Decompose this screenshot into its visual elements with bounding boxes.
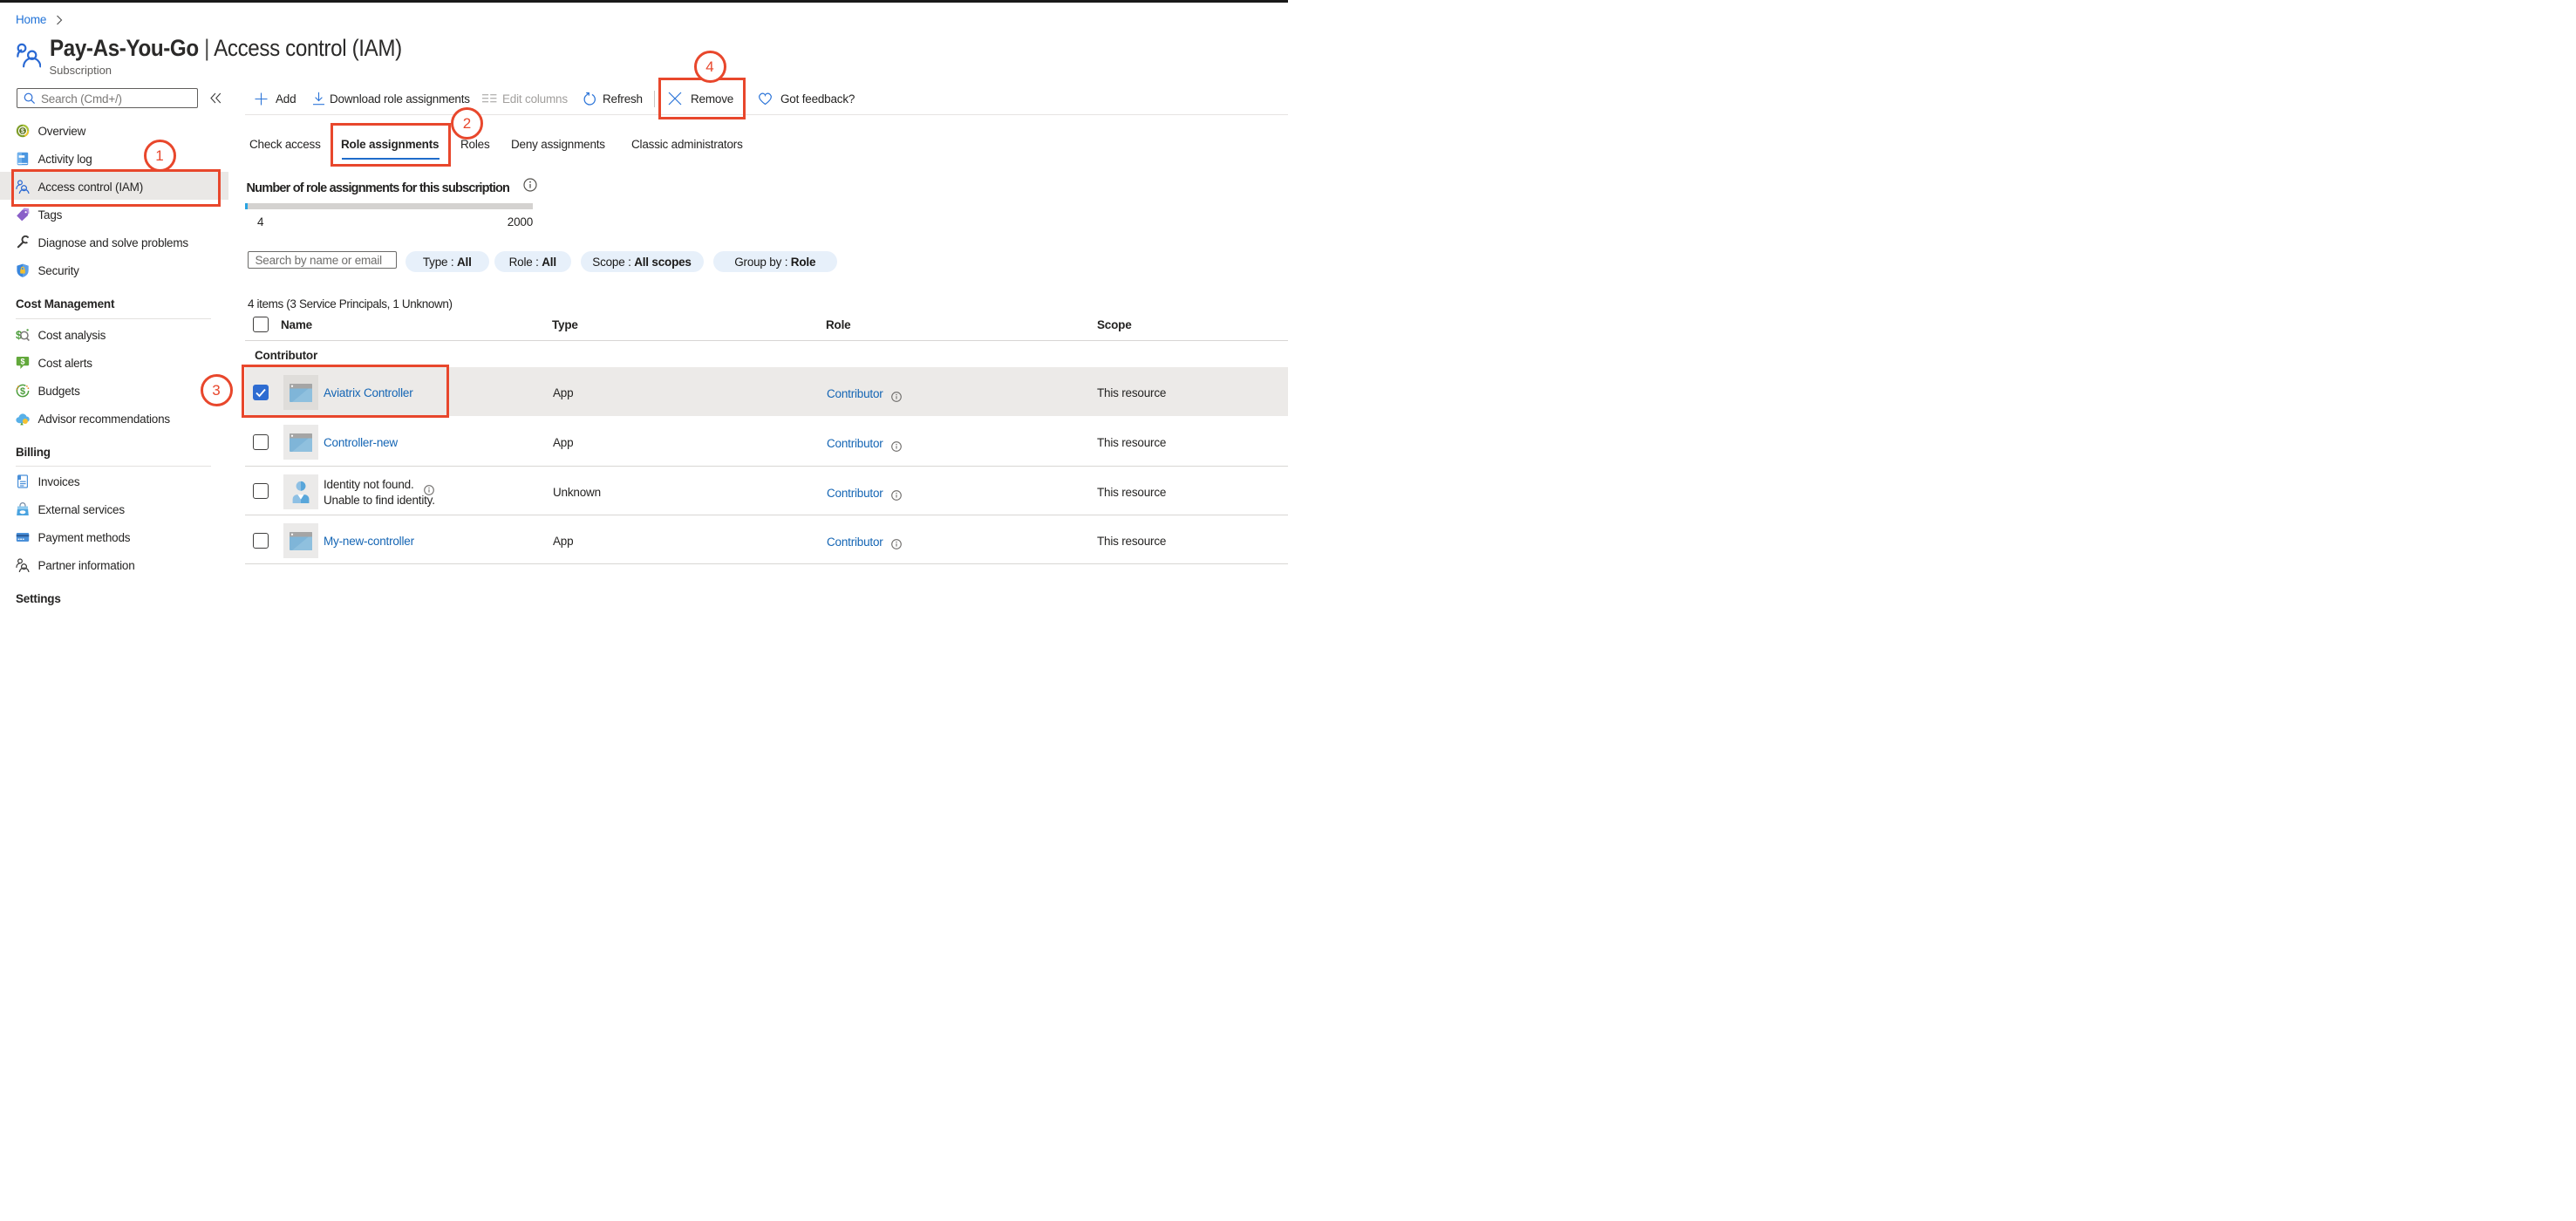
svg-text:$: $: [21, 128, 24, 134]
svg-text:$: $: [16, 329, 23, 342]
svg-text:$: $: [20, 358, 24, 366]
svg-text:$: $: [20, 386, 25, 397]
